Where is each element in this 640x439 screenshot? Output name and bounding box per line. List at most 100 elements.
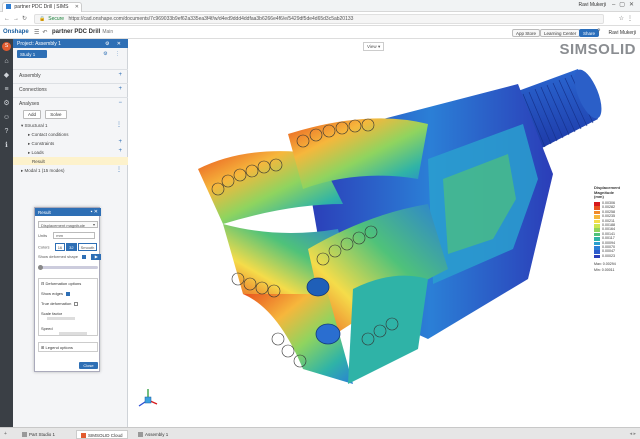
document-title[interactable]: partner PDC Drill Main [52, 29, 113, 35]
study-tab-icons[interactable]: ⚙ ⋮ [103, 51, 123, 57]
orientation-triad-icon[interactable] [137, 387, 159, 409]
back-icon[interactable]: ← [4, 16, 13, 22]
user-icon[interactable]: ☺ [2, 113, 11, 122]
cube-icon[interactable]: ◆ [2, 71, 11, 80]
add-icon[interactable]: + [118, 139, 122, 145]
show-edges-checkbox[interactable] [66, 291, 71, 296]
speed-row: Speed [41, 326, 95, 336]
scroll-arrows-icon[interactable]: ◂ ▸ [630, 431, 636, 437]
section-assembly[interactable]: Assembly + [13, 69, 128, 79]
true-deformation-checkbox[interactable] [74, 301, 79, 306]
tab-part-studio[interactable]: Part Studio 1 [18, 430, 59, 439]
layers-icon[interactable]: ≡ [2, 85, 11, 94]
legend-title-line: (mm) [594, 194, 604, 199]
tree-item-structural[interactable]: ▾ Structural 1 ⋮ [13, 121, 128, 129]
close-button[interactable]: Close [79, 362, 98, 369]
play-animation-button[interactable]: ▶ [91, 254, 102, 260]
scale-factor-slider[interactable] [47, 317, 75, 321]
colors-option-smooth[interactable]: Smooth [77, 243, 98, 251]
tree-item-label: ▸ Loads [28, 149, 44, 155]
add-analysis-button[interactable]: Add [23, 110, 42, 119]
tab-label: Part Studio 1 [29, 432, 56, 437]
user-menu[interactable]: Ravi Mukerji [608, 30, 636, 36]
legend-swatch [594, 202, 600, 206]
drill-bit-model[interactable] [128, 39, 640, 427]
tab-simsolid-cloud[interactable]: SIMSOLID Cloud [76, 430, 128, 439]
add-icon[interactable]: + [118, 72, 122, 78]
tab-title: partner PDC Drill | SIMS [14, 4, 69, 10]
project-header-icons[interactable]: ⚙ ✕ [105, 41, 124, 47]
graphics-canvas[interactable] [128, 39, 640, 427]
section-connections[interactable]: Connections + [13, 83, 128, 93]
show-deformed-checkbox[interactable] [82, 255, 87, 259]
result-dialog-header: Result ▪ ✕ [35, 208, 101, 216]
deformation-slider[interactable] [38, 264, 98, 270]
deformation-options-label: Deformation options [45, 281, 82, 286]
tree-item-constraints[interactable]: ▸ Constraints + [13, 139, 128, 147]
collapse-icon[interactable]: − [118, 100, 122, 106]
tree-item-label: ▸ Modal 1 (15 modes) [21, 167, 65, 173]
left-rail: S ⌂ ◆ ≡ ⚙ ☺ ? ℹ [0, 39, 13, 427]
more-icon[interactable]: ⋮ [116, 166, 122, 173]
info-icon[interactable]: ℹ [2, 141, 11, 150]
legend-swatch [594, 224, 600, 228]
close-tab-icon[interactable]: ✕ [75, 4, 79, 10]
home-icon[interactable]: ⌂ [2, 57, 11, 66]
legend-value: 0.00023 [602, 253, 615, 258]
nav-buttons[interactable]: ←→↻ [4, 15, 30, 22]
speed-slider[interactable] [59, 332, 87, 336]
menu-icon[interactable]: ⋮ [627, 16, 636, 22]
browser-user-name[interactable]: Ravi Mukerji [578, 2, 606, 8]
star-icon[interactable]: ☆ [619, 16, 627, 22]
scale-factor-row: Scale factor [41, 311, 95, 321]
window-controls[interactable]: –▢✕ [612, 1, 638, 8]
help-rail-icon[interactable]: ? [2, 127, 11, 136]
show-edges-row: Show edges [41, 291, 95, 296]
simsolid-app-icon[interactable]: S [2, 42, 11, 51]
learning-center-button[interactable]: Learning Center [540, 29, 581, 37]
onshape-logo[interactable]: Onshape [3, 29, 29, 35]
legend-options-group[interactable]: ⊞ Legend options [38, 342, 98, 352]
result-type-select[interactable]: Displacement magnitude ▾ [38, 221, 98, 228]
browser-tab[interactable]: partner PDC Drill | SIMS ✕ [2, 2, 82, 12]
colors-option-16[interactable]: 16 [54, 243, 66, 251]
colors-option-32[interactable]: 32 [66, 243, 77, 251]
url-text[interactable]: https://cad.onshape.com/documents/7c9690… [68, 16, 353, 22]
study-tab[interactable]: Study 1 [17, 50, 47, 58]
tree-item-contact[interactable]: ▸ Contact conditions [13, 130, 128, 138]
legend-swatch [594, 215, 600, 219]
deformation-options-title[interactable]: ⊟ Deformation options [41, 281, 95, 286]
solve-button[interactable]: Solve [45, 110, 67, 119]
tree-item-modal[interactable]: ▸ Modal 1 (15 modes) ⋮ [13, 166, 128, 174]
share-button[interactable]: Share [579, 29, 600, 37]
tree-item-loads[interactable]: ▸ Loads + [13, 148, 128, 156]
browser-toolbar-icons[interactable]: ☆⋮ [619, 15, 636, 22]
url-field[interactable]: 🔒 Secure https://cad.onshape.com/document… [34, 14, 604, 24]
reload-icon[interactable]: ↻ [22, 16, 30, 22]
units-select[interactable]: mm [53, 232, 96, 239]
undo-icon[interactable]: ↶ [42, 30, 50, 36]
app-toolbar: Onshape ☰↶ partner PDC Drill Main App Sto… [0, 27, 640, 39]
settings-icon[interactable]: ⚙ [2, 99, 11, 108]
secure-lock-icon: 🔒 [39, 16, 46, 22]
forward-icon[interactable]: → [13, 16, 22, 22]
legend-swatch [594, 219, 600, 224]
app-menu-icons[interactable]: ☰↶ [34, 29, 50, 36]
section-analyses[interactable]: Analyses − [13, 97, 128, 107]
units-row: Units mm [38, 232, 98, 239]
tab-assembly[interactable]: Assembly 1 [134, 430, 172, 439]
tree-item-result[interactable]: Result [13, 157, 128, 165]
view-menu[interactable]: View ▾ [363, 42, 385, 51]
help-icon[interactable]: ? [597, 29, 600, 35]
add-tab-icon[interactable]: + [4, 431, 7, 437]
add-icon[interactable]: + [118, 86, 122, 92]
section-assembly-label: Assembly [19, 72, 41, 79]
show-edges-label: Show edges [41, 291, 64, 296]
add-icon[interactable]: + [118, 148, 122, 154]
dialog-controls[interactable]: ▪ ✕ [91, 209, 98, 215]
legend-title: Displacement Magnitude (mm) [594, 185, 634, 200]
more-icon[interactable]: ⋮ [116, 121, 122, 128]
branch-name: Main [102, 29, 114, 35]
app-store-button[interactable]: App Store [512, 29, 541, 37]
slider-thumb[interactable] [38, 265, 43, 270]
